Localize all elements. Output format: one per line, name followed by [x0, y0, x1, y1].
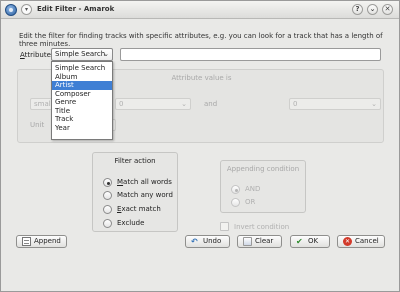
- document-icon: [22, 237, 31, 246]
- ok-button[interactable]: ✔ OK: [290, 235, 330, 248]
- edit-filter-dialog: ▾ Edit Filter - Amarok ? ⌄ ✕ Edit the fi…: [0, 0, 400, 292]
- radio-button[interactable]: [103, 219, 112, 228]
- cancel-button[interactable]: ✕ Cancel: [337, 235, 385, 248]
- dropdown-item[interactable]: Title: [52, 107, 112, 116]
- spin-arrows-icon: ⌄: [371, 100, 377, 108]
- attribute-select[interactable]: Simple Search ⌄: [51, 48, 113, 61]
- dropdown-item-highlighted[interactable]: Artist: [52, 81, 112, 90]
- chevron-down-icon: ⌄: [103, 50, 109, 58]
- unit-label: Unit: [30, 121, 45, 129]
- radio-button[interactable]: [231, 198, 240, 207]
- ok-button-label: OK: [308, 237, 319, 245]
- close-window-button[interactable]: ✕: [382, 4, 393, 15]
- radio-label: AND: [245, 185, 261, 193]
- radio-label: Exact match: [117, 205, 161, 213]
- dropdown-item[interactable]: Genre: [52, 98, 112, 107]
- comparison-combo-value: smal: [34, 100, 51, 108]
- amarok-app-icon: [5, 4, 17, 16]
- filter-text-input[interactable]: [120, 48, 381, 61]
- append-button[interactable]: Append: [16, 235, 67, 248]
- append-button-label: Append: [34, 237, 61, 245]
- clear-icon: [243, 237, 252, 246]
- clear-button[interactable]: Clear: [237, 235, 282, 248]
- undo-button[interactable]: ↶ Undo: [185, 235, 230, 248]
- appending-condition-group: Appending condition AND OR: [220, 160, 306, 213]
- radio-label: OR: [245, 198, 256, 206]
- dropdown-item[interactable]: Simple Search: [52, 64, 112, 73]
- value-spinbox-1[interactable]: 0 ⌄: [115, 98, 191, 110]
- help-button[interactable]: ?: [352, 4, 363, 15]
- radio-button[interactable]: [103, 178, 112, 187]
- attribute-dropdown-list: Simple Search Album Artist Composer Genr…: [51, 61, 113, 140]
- appending-condition-title: Appending condition: [226, 165, 300, 173]
- cancel-icon: ✕: [343, 237, 352, 246]
- spin-arrows-icon: ⌄: [181, 100, 187, 108]
- window-title: Edit Filter - Amarok: [37, 5, 115, 13]
- radio-label: Match any word: [117, 191, 173, 199]
- minimize-button[interactable]: ⌄: [367, 4, 378, 15]
- dialog-description: Edit the filter for finding tracks with …: [19, 32, 383, 48]
- invert-condition-checkbox[interactable]: [220, 222, 229, 231]
- window-menu-button[interactable]: ▾: [21, 4, 32, 15]
- attribute-selected-value: Simple Search: [55, 50, 106, 58]
- dropdown-item[interactable]: Track: [52, 115, 112, 124]
- checkmark-icon: ✔: [296, 237, 303, 246]
- title-bar[interactable]: ▾ Edit Filter - Amarok ? ⌄ ✕: [1, 1, 399, 19]
- and-label: and: [204, 100, 218, 108]
- dropdown-item[interactable]: Album: [52, 73, 112, 82]
- undo-button-label: Undo: [203, 237, 222, 245]
- filter-action-title: Filter action: [114, 157, 156, 165]
- invert-condition-label: Invert condition: [234, 223, 290, 231]
- cancel-button-label: Cancel: [355, 237, 379, 245]
- radio-button[interactable]: [103, 205, 112, 214]
- filter-action-group: Filter action Match all words Match any …: [92, 152, 178, 232]
- dropdown-item[interactable]: Year: [52, 124, 112, 133]
- undo-icon: ↶: [191, 237, 198, 246]
- value-spinbox-2[interactable]: 0 ⌄: [289, 98, 381, 110]
- radio-button[interactable]: [231, 185, 240, 194]
- dropdown-item[interactable]: Composer: [52, 90, 112, 99]
- radio-label: Match all words: [117, 178, 172, 186]
- attribute-label-text: ttribute:: [24, 51, 54, 59]
- attribute-label: Attribute:: [20, 51, 53, 59]
- clear-button-label: Clear: [255, 237, 274, 245]
- radio-button[interactable]: [103, 191, 112, 200]
- value-spinbox-2-value: 0: [293, 100, 298, 108]
- value-spinbox-1-value: 0: [119, 100, 124, 108]
- radio-label: Exclude: [117, 219, 145, 227]
